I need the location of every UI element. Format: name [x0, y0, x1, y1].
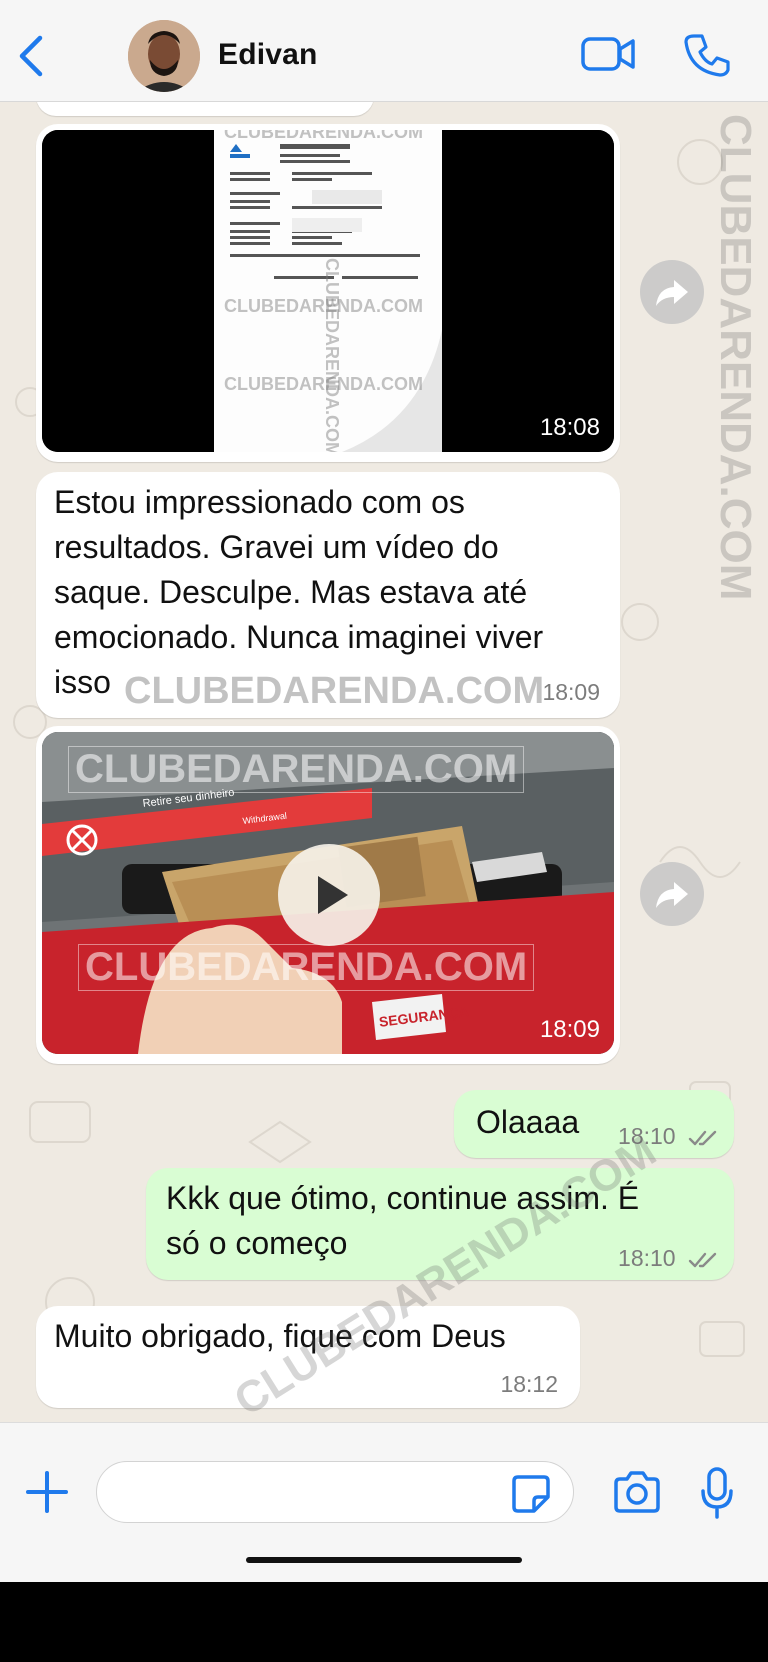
time-label: 18:10	[618, 1123, 676, 1149]
message-text: Muito obrigado, fique com Deus	[54, 1318, 506, 1354]
read-ticks-icon	[688, 1130, 717, 1146]
plus-icon[interactable]	[24, 1469, 70, 1515]
outgoing-message[interactable]: Kkk que ótimo, continue assim. É só o co…	[146, 1168, 734, 1280]
message-time: 18:10	[618, 1245, 718, 1272]
message-text: Estou impressionado com os resultados. G…	[54, 480, 614, 705]
play-button[interactable]	[278, 844, 380, 946]
video-thumbnail[interactable]: Retire seu dinheiro Withdrawal SEGURANÇA…	[42, 732, 614, 1054]
home-indicator	[246, 1557, 522, 1563]
message-text: Olaaaa	[476, 1104, 580, 1140]
phone-icon[interactable]	[684, 32, 730, 78]
sticker-icon[interactable]	[510, 1473, 552, 1515]
image-message[interactable]: CLUBEDARENDA.COM CLUBEDARENDA.COM CLUBED…	[36, 124, 620, 462]
forward-icon	[656, 280, 688, 306]
contact-name[interactable]: Edivan	[218, 38, 318, 72]
message-time: 18:12	[500, 1371, 558, 1397]
message-input-bar	[0, 1422, 768, 1582]
message-input[interactable]	[96, 1461, 574, 1523]
message-line: Kkk que ótimo, continue assim. É	[166, 1180, 640, 1216]
incoming-message[interactable]: Estou impressionado com os resultados. G…	[36, 472, 620, 718]
receipt-image[interactable]: CLUBEDARENDA.COM CLUBEDARENDA.COM CLUBED…	[42, 130, 614, 452]
video-message[interactable]: Retire seu dinheiro Withdrawal SEGURANÇA…	[36, 726, 620, 1064]
avatar[interactable]	[128, 20, 200, 92]
receipt-photo	[42, 130, 614, 452]
message-line: resultados. Gravei um vídeo do	[54, 529, 499, 565]
message-time: 18:10	[618, 1123, 718, 1150]
message-time: 18:09	[542, 679, 600, 705]
camera-icon[interactable]	[612, 1471, 662, 1513]
avatar-photo	[128, 20, 200, 92]
play-icon	[318, 876, 348, 914]
chat-screen: Edivan CLUBEDARENDA.COM CLUBEDARENDA.COM…	[0, 0, 768, 1582]
bottom-bar	[0, 1582, 768, 1662]
message-line: isso	[54, 664, 111, 700]
message-time: 18:08	[539, 414, 600, 441]
incoming-message[interactable]: Muito obrigado, fique com Deus 18:12	[36, 1306, 580, 1408]
message-line: Estou impressionado com os	[54, 484, 465, 520]
chat-header: Edivan	[0, 0, 768, 102]
forward-button[interactable]	[640, 260, 704, 324]
message-time: 18:09	[539, 1016, 600, 1043]
read-ticks-icon	[688, 1252, 717, 1268]
forward-button[interactable]	[640, 862, 704, 926]
message-line: emocionado. Nunca imaginei viver	[54, 619, 544, 655]
forward-icon	[656, 882, 688, 908]
outgoing-message[interactable]: Olaaaa 18:10	[454, 1090, 734, 1158]
message-line: saque. Desculpe. Mas estava até	[54, 574, 528, 610]
video-camera-icon[interactable]	[580, 34, 636, 74]
chevron-left-icon[interactable]	[14, 34, 50, 78]
time-label: 18:10	[618, 1245, 676, 1271]
microphone-icon[interactable]	[700, 1467, 734, 1519]
